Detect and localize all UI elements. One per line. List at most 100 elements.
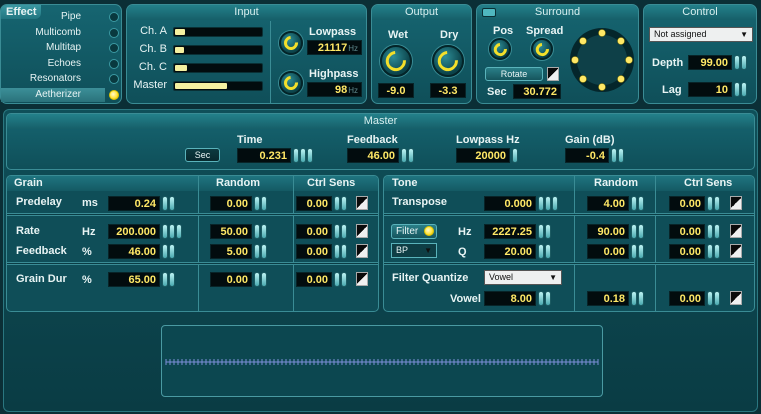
hz-spinner[interactable] (538, 224, 551, 239)
q-random-spinner[interactable] (631, 244, 644, 259)
predelay-ctrl-curve[interactable] (356, 196, 368, 210)
predelay-spinner[interactable] (162, 196, 175, 211)
depth-value[interactable]: 99.00 (688, 55, 732, 70)
channel-level-slider[interactable] (173, 81, 263, 91)
rate-ctrl-spinner[interactable] (334, 224, 347, 239)
vowel-value[interactable]: 8.00 (484, 291, 536, 306)
q-ctrl-spinner[interactable] (707, 244, 720, 259)
grain-dur-ctrl-curve[interactable] (356, 272, 368, 286)
quantize-dropdown[interactable]: Vowel (484, 270, 562, 285)
grain-dur-spinner[interactable] (162, 272, 175, 287)
master-feedback-spinner[interactable] (401, 148, 414, 163)
grain-feedback-random[interactable]: 5.00 (210, 244, 252, 259)
q-spinner[interactable] (538, 244, 551, 259)
transpose-spinner[interactable] (538, 196, 558, 211)
time-spinner[interactable] (293, 148, 313, 163)
vowel-spinner[interactable] (538, 291, 551, 306)
master-lowpass-value[interactable]: 20000 (456, 148, 510, 163)
predelay-ctrl-spinner[interactable] (334, 196, 347, 211)
effect-led[interactable] (109, 58, 119, 69)
effect-item-multicomb[interactable]: Multicomb (1, 26, 105, 40)
hz-value[interactable]: 2227.25 (484, 224, 536, 239)
effect-item-multitap[interactable]: Multitap (1, 41, 105, 55)
surround-toggle[interactable] (482, 8, 496, 17)
filter-type-dropdown[interactable]: BP (391, 243, 437, 258)
grain-feedback-ctrl-curve[interactable] (356, 244, 368, 258)
hz-ctrl[interactable]: 0.00 (669, 224, 705, 239)
grain-feedback-ctrl-spinner[interactable] (334, 244, 347, 259)
hz-random-spinner[interactable] (631, 224, 644, 239)
predelay-ctrl[interactable]: 0.00 (296, 196, 332, 211)
grain-feedback-random-spinner[interactable] (254, 244, 267, 259)
highpass-knob[interactable] (279, 71, 303, 95)
vowel-ctrl-spinner[interactable] (707, 291, 720, 306)
hz-ctrl-curve[interactable] (730, 224, 742, 238)
predelay-random[interactable]: 0.00 (210, 196, 252, 211)
dry-value[interactable]: -3.3 (430, 83, 466, 98)
wet-knob[interactable] (380, 45, 412, 77)
rate-random[interactable]: 50.00 (210, 224, 252, 239)
control-source-dropdown[interactable]: Not assigned (649, 27, 753, 42)
q-ctrl-curve[interactable] (730, 244, 742, 258)
q-value[interactable]: 20.00 (484, 244, 536, 259)
depth-spinner[interactable] (734, 55, 747, 70)
highpass-value[interactable]: 98Hz (307, 82, 362, 97)
master-sec-button[interactable]: Sec (185, 148, 220, 162)
hz-random[interactable]: 90.00 (587, 224, 629, 239)
lowpass-value[interactable]: 21117Hz (307, 40, 362, 55)
rate-value[interactable]: 200.000 (108, 224, 160, 239)
time-value[interactable]: 0.231 (237, 148, 291, 163)
vowel-ctrl-curve[interactable] (730, 291, 742, 305)
grain-dur-value[interactable]: 65.00 (108, 272, 160, 287)
transpose-value[interactable]: 0.000 (484, 196, 536, 211)
transpose-random-spinner[interactable] (631, 196, 644, 211)
effect-led[interactable] (109, 12, 119, 22)
surround-speaker-ring[interactable] (570, 28, 634, 92)
rate-ctrl[interactable]: 0.00 (296, 224, 332, 239)
grain-feedback-value[interactable]: 46.00 (108, 244, 160, 259)
grain-dur-ctrl-spinner[interactable] (334, 272, 347, 287)
grain-feedback-ctrl[interactable]: 0.00 (296, 244, 332, 259)
grain-dur-random-spinner[interactable] (254, 272, 267, 287)
vowel-ctrl[interactable]: 0.00 (669, 291, 705, 306)
q-random[interactable]: 0.00 (587, 244, 629, 259)
effect-led[interactable] (109, 74, 119, 84)
dry-knob[interactable] (432, 45, 464, 77)
effect-led[interactable] (109, 43, 119, 53)
pos-knob[interactable] (489, 38, 511, 60)
grain-dur-ctrl[interactable]: 0.00 (296, 272, 332, 287)
channel-level-slider[interactable] (173, 45, 263, 55)
rate-spinner[interactable] (162, 224, 182, 239)
rate-ctrl-curve[interactable] (356, 224, 368, 238)
rotate-button[interactable]: Rotate (485, 67, 543, 81)
master-feedback-value[interactable]: 46.00 (347, 148, 399, 163)
effect-item-aetherizer[interactable]: Aetherizer (1, 87, 105, 102)
lowpass-knob[interactable] (279, 31, 303, 55)
transpose-ctrl-spinner[interactable] (707, 196, 720, 211)
lag-spinner[interactable] (734, 82, 747, 97)
rotate-ctrl-sens[interactable] (547, 67, 559, 81)
master-lowpass-spinner[interactable] (512, 148, 518, 163)
effect-led[interactable] (109, 27, 119, 38)
grain-feedback-spinner[interactable] (162, 244, 175, 259)
q-ctrl[interactable]: 0.00 (669, 244, 705, 259)
transpose-ctrl-curve[interactable] (730, 196, 742, 210)
effect-led[interactable] (109, 89, 119, 100)
vowel-random-spinner[interactable] (631, 291, 644, 306)
gain-spinner[interactable] (611, 148, 624, 163)
vowel-random[interactable]: 0.18 (587, 291, 629, 306)
wet-value[interactable]: -9.0 (378, 83, 414, 98)
channel-level-slider[interactable] (173, 27, 263, 37)
transpose-ctrl[interactable]: 0.00 (669, 196, 705, 211)
grain-dur-random[interactable]: 0.00 (210, 272, 252, 287)
predelay-value[interactable]: 0.24 (108, 196, 160, 211)
gain-value[interactable]: -0.4 (565, 148, 609, 163)
predelay-random-spinner[interactable] (254, 196, 267, 211)
transpose-random[interactable]: 4.00 (587, 196, 629, 211)
sec-value[interactable]: 30.772 (513, 84, 561, 99)
effect-item-resonators[interactable]: Resonators (1, 72, 105, 86)
lag-value[interactable]: 10 (688, 82, 732, 97)
rate-random-spinner[interactable] (254, 224, 267, 239)
effect-item-echoes[interactable]: Echoes (1, 57, 105, 71)
spread-knob[interactable] (531, 38, 553, 60)
